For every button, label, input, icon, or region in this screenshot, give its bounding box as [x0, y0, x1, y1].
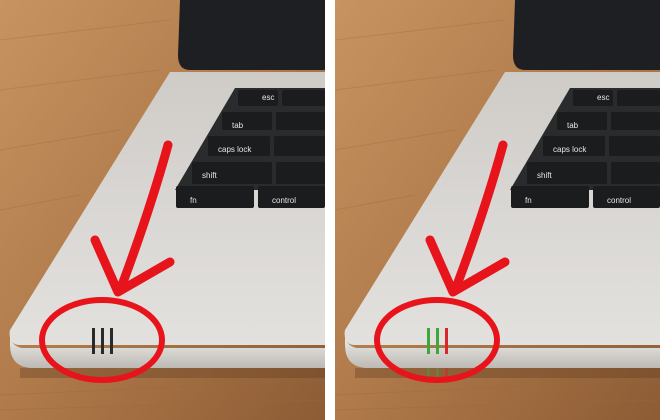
right-panel: esc tab caps lock shift fn control [335, 0, 660, 420]
key-tab [557, 112, 607, 130]
key-caps-label: caps lock [218, 145, 252, 154]
key-shift-label: shift [202, 171, 217, 180]
right-photo: esc tab caps lock shift fn control [335, 0, 660, 420]
laptop-screen [513, 0, 660, 70]
indicator-light-1 [427, 328, 430, 354]
key-fn-label: fn [525, 196, 532, 205]
left-panel: esc tab caps lock shift fn control [0, 0, 325, 420]
laptop-screen [178, 0, 325, 70]
indicator-light-2 [101, 328, 104, 354]
key-esc-label: esc [597, 93, 609, 102]
indicator-light-1 [92, 328, 95, 354]
key-fn [176, 186, 254, 208]
key-tab [222, 112, 272, 130]
key-control-label: control [272, 196, 296, 205]
key-fn [511, 186, 589, 208]
key-tab-label: tab [232, 121, 244, 130]
indicator-light-3 [110, 328, 113, 354]
key-caps-label: caps lock [553, 145, 587, 154]
left-photo: esc tab caps lock shift fn control [0, 0, 325, 420]
key-esc-label: esc [262, 93, 274, 102]
key-tab-label: tab [567, 121, 579, 130]
key-control-label: control [607, 196, 631, 205]
indicator-light-3 [445, 328, 448, 354]
indicator-light-2 [436, 328, 439, 354]
key-fn-label: fn [190, 196, 197, 205]
key-shift-label: shift [537, 171, 552, 180]
panel-divider [325, 0, 335, 420]
